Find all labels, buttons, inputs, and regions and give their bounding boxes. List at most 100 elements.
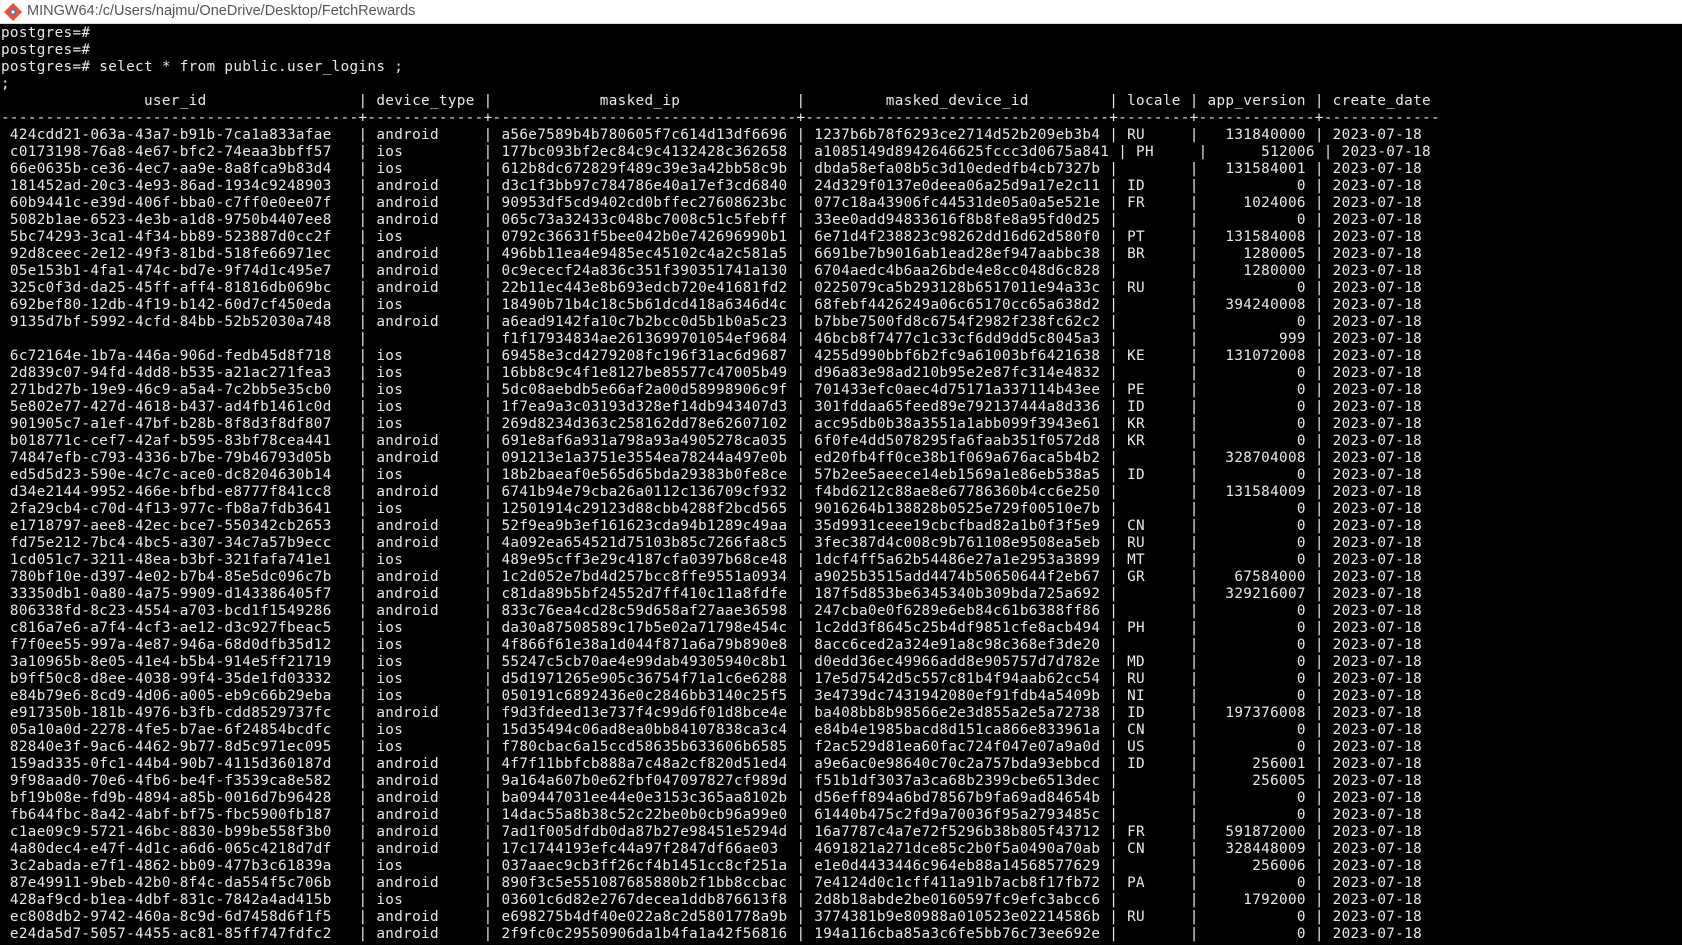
table-cell: d96a83e98ad210b95e2e87fc314e4832 <box>805 365 1110 381</box>
table-cell: ios <box>367 399 484 415</box>
table-cell: KR <box>1118 433 1190 449</box>
table-cell: 05e153b1-4fa1-474c-bd7e-9f74d1c495e7 <box>1 263 359 279</box>
table-cell: 18b2baeaf0e565d65bda29383b0fe8ce <box>492 467 797 483</box>
table-cell: 0 <box>1198 518 1315 534</box>
table-cell: CN <box>1118 722 1190 738</box>
table-row: 901905c7-a1ef-47bf-b28b-8f8d3f8df807 | i… <box>1 416 1440 432</box>
table-row: 271bd27b-19e9-46c9-a5a4-7c2bb5e35cb0 | i… <box>1 382 1440 398</box>
table-row: c1ae09c9-5721-46bc-8830-b99be558f3b0 | a… <box>1 824 1440 840</box>
table-cell: 0792c36631f5bee042b0e742696990b1 <box>492 229 797 245</box>
table-cell: PH <box>1127 144 1199 160</box>
table-cell <box>1118 484 1190 500</box>
table-row: e24da5d7-5057-4455-ac81-85ff747fdfc2 | a… <box>1 926 1440 942</box>
table-cell: android <box>367 824 484 840</box>
table-cell: 0 <box>1198 178 1315 194</box>
table-cell: android <box>367 450 484 466</box>
table-cell: 57b2ee5aeece14eb1569a1e86eb538a5 <box>805 467 1110 483</box>
table-cell <box>1118 807 1190 823</box>
table-cell: 1237b6b78f6293ce2714d52b209eb3b4 <box>805 127 1110 143</box>
table-cell: 67584000 <box>1198 569 1315 585</box>
table-cell: 55247c5cb70ae4e99dab49305940c8b1 <box>492 654 797 670</box>
table-cell: 2023-07-18 <box>1323 382 1440 398</box>
table-row: 424cdd21-063a-43a7-b91b-7ca1a833afae | a… <box>1 127 1440 143</box>
table-cell: ios <box>367 858 484 874</box>
table-cell: android <box>367 756 484 772</box>
table-cell: 050191c6892436e0c2846bb3140c25f5 <box>492 688 797 704</box>
table-cell: 325c0f3d-da25-45ff-aff4-81816db069bc <box>1 280 359 296</box>
table-cell: ios <box>367 229 484 245</box>
table-cell: 2023-07-18 <box>1323 892 1440 908</box>
table-row: b018771c-cef7-42af-b595-83bf78cea441 | a… <box>1 433 1440 449</box>
table-cell: android <box>367 909 484 925</box>
table-cell: d0edd36ec49966add8e905757d7d782e <box>805 654 1110 670</box>
table-row: 9f98aad0-70e6-4fb6-be4f-f3539ca8e582 | a… <box>1 773 1440 789</box>
table-cell: ios <box>367 365 484 381</box>
table-cell: RU <box>1118 127 1190 143</box>
table-cell: 077c18a43906fc44531de05a0a5e521e <box>805 195 1110 211</box>
terminal-output[interactable]: postgres=# postgres=# postgres=# select … <box>0 25 1682 943</box>
table-cell: 2023-07-18 <box>1323 433 1440 449</box>
table-cell: 692bef80-12db-4f19-b142-60d7cf450eda <box>1 297 359 313</box>
terminal-area[interactable]: postgres=# postgres=# postgres=# select … <box>0 25 1682 945</box>
table-cell: CN <box>1118 518 1190 534</box>
table-row: | | f1f17934834ae2613699701054ef9684 | 4… <box>1 331 1440 347</box>
table-cell: 2023-07-18 <box>1323 484 1440 500</box>
table-cell: RU <box>1118 535 1190 551</box>
result-separator: ----------------------------------------… <box>1 110 1440 126</box>
table-row: 325c0f3d-da25-45ff-aff4-81816db069bc | a… <box>1 280 1440 296</box>
table-cell: f7f0ee55-997a-4e87-946a-68d0dfb35d12 <box>1 637 359 653</box>
table-cell: 131584008 <box>1198 229 1315 245</box>
table-cell: 131072008 <box>1198 348 1315 364</box>
table-cell: 2023-07-18 <box>1323 178 1440 194</box>
table-cell: 2023-07-18 <box>1323 331 1440 347</box>
table-cell: ID <box>1118 178 1190 194</box>
table-cell: 2023-07-18 <box>1323 926 1440 942</box>
table-cell: ios <box>367 467 484 483</box>
table-cell: 901905c7-a1ef-47bf-b28b-8f8d3f8df807 <box>1 416 359 432</box>
table-cell: android <box>367 807 484 823</box>
table-cell: 52f9ea9b3ef161623cda94b1289c49aa <box>492 518 797 534</box>
table-cell: 0 <box>1198 552 1315 568</box>
table-cell: 0 <box>1198 535 1315 551</box>
table-cell: 2023-07-18 <box>1323 348 1440 364</box>
table-cell: android <box>367 314 484 330</box>
table-cell: 3fec387d4c008c9b761108e9508ea5eb <box>805 535 1110 551</box>
table-cell: 328704008 <box>1198 450 1315 466</box>
table-cell: f51b1df3037a3ca68b2399cbe6513dec <box>805 773 1110 789</box>
table-cell: 2023-07-18 <box>1323 773 1440 789</box>
table-row: 92d8ceec-2e12-49f3-81bd-518fe66971ec | a… <box>1 246 1440 262</box>
table-cell: 9016264b138828b0525e729f00510e7b <box>805 501 1110 517</box>
table-cell: 2023-07-18 <box>1323 603 1440 619</box>
table-cell: fb644fbc-8a42-4abf-bf75-fbc5900fb187 <box>1 807 359 823</box>
table-cell: a9e6ac0e98640c70c2a757bda93ebbcd <box>805 756 1110 772</box>
table-cell: android <box>367 603 484 619</box>
table-cell <box>1118 365 1190 381</box>
table-cell: ID <box>1118 756 1190 772</box>
prompt-line: postgres=# <box>1 42 91 58</box>
table-cell: 2023-07-18 <box>1323 722 1440 738</box>
table-cell: 3a10965b-8e05-41e4-b5b4-914e5ff21719 <box>1 654 359 670</box>
table-cell: ba09447031ee44e0e3153c365aa8102b <box>492 790 797 806</box>
table-cell: 1280000 <box>1198 263 1315 279</box>
table-cell: 890f3c5e551087685880b2f1bb8ccbac <box>492 875 797 891</box>
table-cell: 0 <box>1198 314 1315 330</box>
table-cell: 5dc08aebdb5e66af2a00d58998906c9f <box>492 382 797 398</box>
table-cell: 03601c6d82e2767decea1ddb876613f8 <box>492 892 797 908</box>
table-cell: 256001 <box>1198 756 1315 772</box>
table-cell: 489e95cff3e29c4187cfa0397b68ce48 <box>492 552 797 568</box>
table-cell: 6e71d4f238823c98262dd16d62d580f0 <box>805 229 1110 245</box>
prompt-line: postgres=# select * from public.user_log… <box>1 59 404 75</box>
table-cell: 1c2d052e7bd4d257bcc8ffe9551a0934 <box>492 569 797 585</box>
table-cell: 1f7ea9a3c03193d328ef14db943407d3 <box>492 399 797 415</box>
table-cell: 131584009 <box>1198 484 1315 500</box>
table-cell: 0 <box>1198 637 1315 653</box>
table-cell: 2023-07-18 <box>1323 297 1440 313</box>
table-cell: 69458e3cd4279208fc196f31ac6d9687 <box>492 348 797 364</box>
result-header-row: user_id | device_type | masked_ip | mask… <box>1 93 1440 109</box>
table-cell: 2023-07-18 <box>1323 501 1440 517</box>
table-row: 66e0635b-ce36-4ec7-aa9e-8a8fca9b83d4 | i… <box>1 161 1440 177</box>
table-cell: 16bb8c9c4f1e8127be85577c47005b49 <box>492 365 797 381</box>
table-row: ec808db2-9742-460a-8c9d-6d7458d6f1f5 | a… <box>1 909 1440 925</box>
table-row: e84b79e6-8cd9-4d06-a005-eb9c66b29eba | i… <box>1 688 1440 704</box>
table-cell: 1dcf4ff5a62b54486e27a1e2953a3899 <box>805 552 1110 568</box>
